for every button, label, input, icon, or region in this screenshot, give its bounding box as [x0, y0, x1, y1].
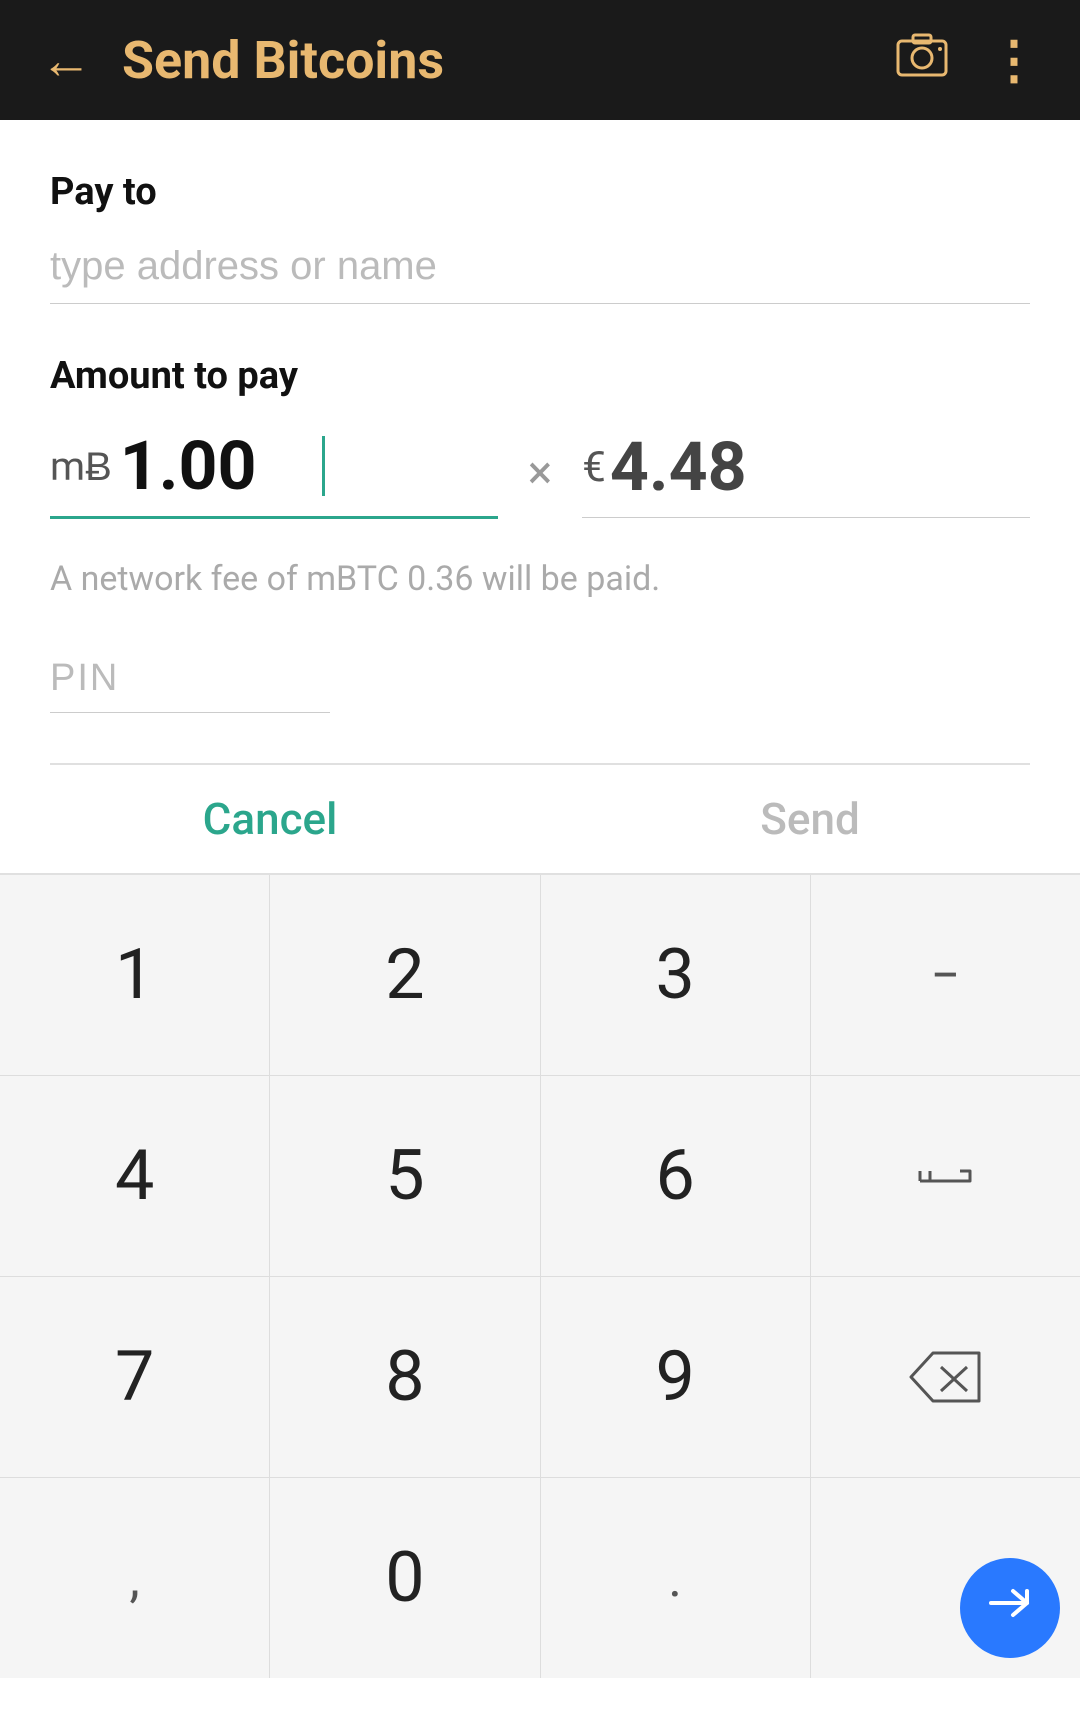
key-7[interactable]: 7	[0, 1277, 270, 1477]
page-title: Send Bitcoins	[122, 30, 896, 91]
keypad-row-4: , 0 .	[0, 1478, 1080, 1678]
network-fee-text: A network fee of mBTC 0.36 will be paid.	[50, 559, 1030, 599]
key-enter-container	[811, 1478, 1080, 1678]
btc-value: 1.00	[120, 426, 320, 506]
cancel-button[interactable]: Cancel	[0, 773, 540, 865]
camera-icon[interactable]	[896, 31, 948, 89]
amount-btc-field[interactable]: mɃ 1.00	[50, 426, 498, 519]
more-options-icon[interactable]: ⋮	[988, 30, 1040, 91]
key-4[interactable]: 4	[0, 1076, 270, 1276]
key-dot[interactable]: .	[541, 1478, 811, 1678]
key-minus[interactable]: −	[811, 875, 1080, 1075]
amount-label: Amount to pay	[50, 354, 1030, 398]
key-6[interactable]: 6	[541, 1076, 811, 1276]
key-5[interactable]: 5	[270, 1076, 540, 1276]
keypad-row-3: 7 8 9	[0, 1277, 1080, 1478]
amount-section: Amount to pay mɃ 1.00 × € 4.48	[50, 354, 1030, 519]
back-button[interactable]: ←	[40, 30, 92, 91]
key-3[interactable]: 3	[541, 875, 811, 1075]
key-2[interactable]: 2	[270, 875, 540, 1075]
numeric-keypad: 1 2 3 − 4 5 6 7 8 9 , 0	[0, 875, 1080, 1678]
key-0[interactable]: 0	[270, 1478, 540, 1678]
multiply-symbol: ×	[528, 446, 553, 500]
eur-prefix: €	[582, 443, 606, 492]
header-actions: ⋮	[896, 30, 1040, 91]
enter-arrow-icon	[985, 1583, 1035, 1633]
keypad-row-1: 1 2 3 −	[0, 875, 1080, 1076]
key-space[interactable]	[811, 1076, 1080, 1276]
key-8[interactable]: 8	[270, 1277, 540, 1477]
amount-eur-field[interactable]: € 4.48	[582, 427, 1030, 518]
pay-to-label: Pay to	[50, 170, 1030, 214]
btc-prefix: mɃ	[50, 443, 112, 490]
key-backspace[interactable]	[811, 1277, 1080, 1477]
form-area: Pay to Amount to pay mɃ 1.00 × € 4.48 A …	[0, 120, 1080, 765]
eur-value: 4.48	[610, 427, 747, 507]
pay-to-input[interactable]	[50, 234, 1030, 304]
app-header: ← Send Bitcoins ⋮	[0, 0, 1080, 120]
key-comma[interactable]: ,	[0, 1478, 270, 1678]
key-9[interactable]: 9	[541, 1277, 811, 1477]
key-1[interactable]: 1	[0, 875, 270, 1075]
pin-input[interactable]	[50, 649, 330, 713]
amount-row: mɃ 1.00 × € 4.48	[50, 426, 1030, 519]
text-cursor	[322, 436, 325, 496]
key-enter-button[interactable]	[960, 1558, 1060, 1658]
action-buttons: Cancel Send	[0, 765, 1080, 875]
keypad-row-2: 4 5 6	[0, 1076, 1080, 1277]
send-button[interactable]: Send	[540, 773, 1080, 865]
